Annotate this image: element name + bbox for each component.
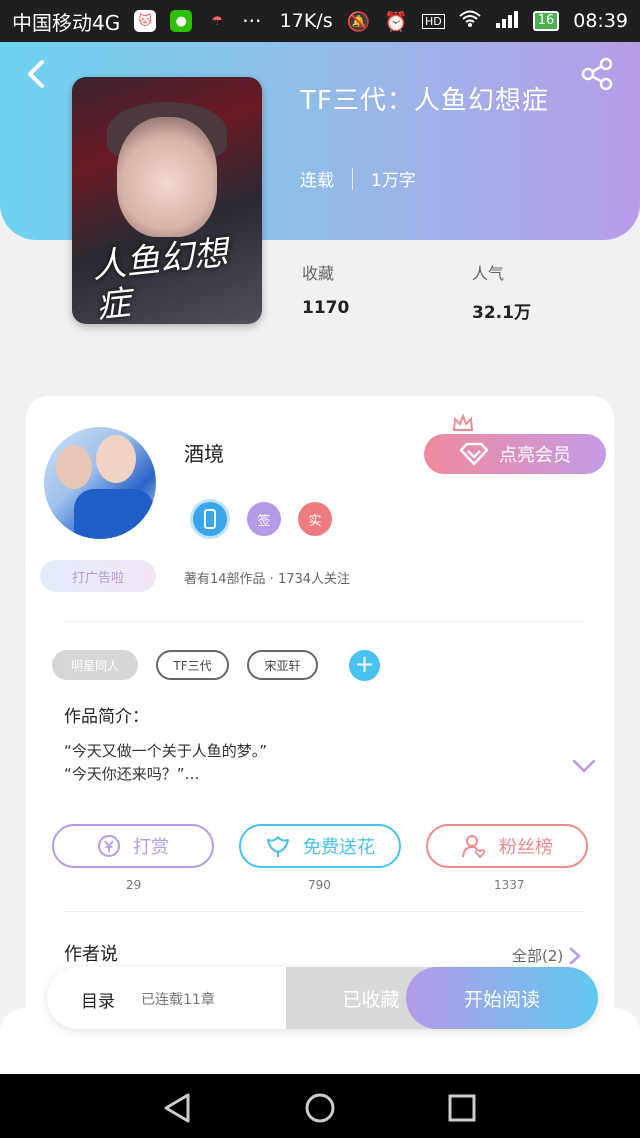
signal-icon [495, 9, 519, 34]
vip-button-label: 点亮会员 [499, 445, 571, 466]
author-name[interactable]: 酒境 [184, 438, 224, 467]
more-icon: ··· [242, 9, 262, 33]
book-cover[interactable]: 人鱼幻想症 [72, 77, 262, 324]
nav-home-icon[interactable] [304, 1092, 336, 1124]
divider [352, 167, 353, 190]
crown-icon [452, 414, 474, 431]
mute-icon: 🔕 [346, 10, 371, 33]
tag-chip[interactable]: TF三代 [156, 650, 229, 680]
bottom-action-bar: 目录 已连载11章 已收藏 开始阅读 [47, 967, 598, 1029]
add-tag-button[interactable]: + [349, 650, 380, 681]
all-comments-link[interactable]: 全部(2) [512, 945, 582, 966]
back-button[interactable] [22, 58, 54, 90]
author-avatar[interactable] [44, 427, 156, 539]
alarm-icon: ⏰ [384, 10, 408, 33]
chapter-count: 已连载11章 [141, 992, 215, 1008]
intro-label: 作品简介： [64, 707, 149, 727]
yuan-coin-icon [98, 835, 120, 857]
share-button[interactable] [580, 56, 616, 92]
book-meta: 连载 1万字 [300, 166, 416, 191]
ad-tag[interactable]: 打广告啦 [40, 560, 156, 592]
table-of-contents-button[interactable]: 目录 [81, 987, 115, 1012]
nav-recents-icon[interactable] [446, 1092, 478, 1124]
fan-rank-button[interactable]: 粉丝榜 [426, 824, 588, 868]
phone-verified-icon [193, 502, 227, 536]
fan-user-icon [462, 835, 486, 859]
carrier-label: 中国移动4G [12, 10, 121, 35]
vip-button[interactable]: 点亮会员 [424, 434, 606, 474]
reward-count: 29 [126, 878, 142, 892]
author-says-label: 作者说 [64, 944, 118, 965]
chevron-right-icon [570, 947, 582, 964]
diamond-icon [459, 442, 489, 466]
word-count: 1万字 [371, 171, 416, 191]
wechat-icon: ● [170, 10, 193, 32]
serial-status: 连载 [300, 171, 334, 191]
intro-text: “今天又做一个关于人鱼的梦。” [64, 742, 268, 760]
system-nav-bar [0, 1074, 640, 1138]
reward-button[interactable]: 打赏 [52, 824, 214, 868]
verified-badge: 实 [298, 502, 332, 536]
chevron-down-icon[interactable] [570, 756, 598, 776]
fan-rank-label: 粉丝榜 [499, 837, 553, 858]
share-icon [581, 57, 613, 91]
status-bar: 中国移动4G 🐱 ● ☂ ··· 17K/s 🔕 ⏰ HD 16 08:39 [0, 0, 640, 42]
nav-back-icon[interactable] [162, 1092, 194, 1124]
cat-app-icon: 🐱 [134, 10, 157, 32]
all-comments-label: 全部(2) [512, 947, 564, 965]
popularity-label: 人气 [472, 264, 505, 283]
network-speed: 17K/s [279, 10, 333, 32]
start-reading-button[interactable]: 开始阅读 [406, 967, 598, 1029]
collect-label: 收藏 [302, 264, 335, 283]
tag-chip[interactable]: 宋亚轩 [247, 650, 318, 680]
send-flower-label: 免费送花 [303, 837, 375, 858]
umbrella-app-icon: ☂ [211, 13, 224, 29]
popularity-count: 32.1万 [472, 303, 531, 323]
flower-count: 790 [308, 878, 331, 892]
tag-chip[interactable]: 明星同人 [52, 650, 138, 680]
send-flower-button[interactable]: 免费送花 [239, 824, 401, 868]
divider [64, 911, 584, 912]
intro-text: “今天你还来吗？”… [64, 765, 200, 783]
divider [64, 621, 584, 622]
cover-title: 人鱼幻想症 [90, 232, 230, 324]
clock: 08:39 [573, 10, 628, 32]
flower-icon [267, 836, 289, 857]
author-stats: 著有14部作品 · 1734人关注 [184, 572, 351, 587]
back-arrow-icon [28, 60, 44, 88]
collect-count: 1170 [302, 298, 350, 318]
fan-count: 1337 [494, 878, 525, 892]
wifi-icon [459, 10, 481, 33]
battery-icon: 16 [532, 11, 560, 31]
book-title: TF三代：人鱼幻想症 [300, 86, 549, 116]
signed-badge: 签 [247, 502, 281, 536]
hd-icon: HD [421, 13, 445, 29]
reward-label: 打赏 [133, 837, 169, 858]
